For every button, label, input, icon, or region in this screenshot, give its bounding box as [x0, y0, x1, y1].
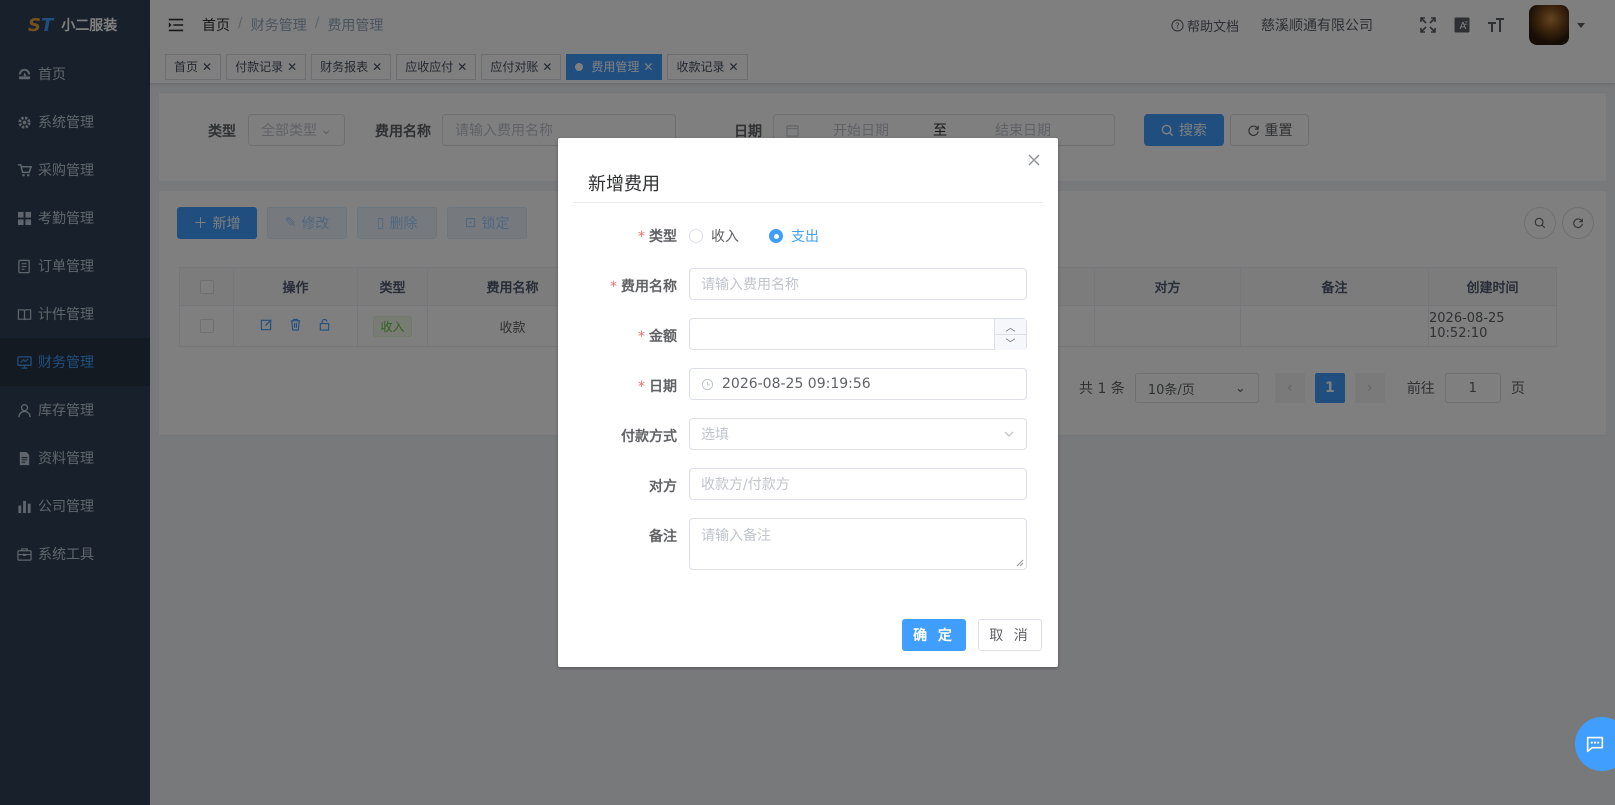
required-marker: * — [638, 329, 645, 345]
payment-method-placeholder: 选填 — [701, 427, 729, 443]
note-label: 备注 — [649, 529, 677, 545]
type-label: * 类型 — [638, 226, 677, 246]
date-value: 2026-08-25 09:19:56 — [722, 376, 871, 392]
payment-method-label: 付款方式 — [621, 429, 677, 445]
amount-label-text: 金额 — [649, 329, 677, 345]
radio-income-label: 收入 — [711, 229, 739, 245]
dialog-title: 新增费用 — [588, 174, 660, 195]
type-label-text: 类型 — [649, 229, 677, 245]
payment-method-select[interactable]: 选填 — [689, 418, 1027, 450]
name-label-text: 费用名称 — [621, 279, 677, 295]
date-label: * 日期 — [638, 376, 677, 396]
party-label: 对方 — [649, 479, 677, 495]
chevron-down-icon — [1004, 431, 1014, 437]
note-placeholder: 请输入备注 — [701, 528, 771, 544]
radio-income[interactable]: 收入 — [689, 226, 739, 246]
resize-handle-icon[interactable] — [1016, 559, 1024, 567]
party-placeholder: 收款方/付款方 — [701, 477, 790, 493]
amount-stepper: ︿ ﹀ — [994, 319, 1026, 350]
decrement-icon[interactable]: ﹀ — [995, 335, 1026, 350]
radio-circle — [769, 229, 783, 243]
required-marker: * — [638, 379, 645, 395]
required-marker: * — [610, 279, 617, 295]
radio-circle — [689, 229, 703, 243]
required-marker: * — [638, 229, 645, 245]
amount-label: * 金额 — [638, 326, 677, 346]
expense-name-input[interactable]: 请输入费用名称 — [689, 268, 1027, 300]
date-picker-input[interactable]: 2026-08-25 09:19:56 — [689, 368, 1027, 400]
clock-icon — [701, 378, 714, 390]
cancel-button[interactable]: 取 消 — [978, 619, 1042, 651]
close-icon[interactable] — [1026, 152, 1042, 168]
note-textarea[interactable]: 请输入备注 — [689, 518, 1027, 570]
amount-input[interactable]: ︿ ﹀ — [689, 318, 1027, 350]
expense-name-placeholder: 请输入费用名称 — [701, 277, 799, 293]
date-label-text: 日期 — [649, 379, 677, 395]
name-label: * 费用名称 — [610, 276, 677, 296]
radio-expense[interactable]: 支出 — [769, 226, 819, 246]
dialog-divider — [573, 202, 1043, 203]
increment-icon[interactable]: ︿ — [995, 319, 1026, 335]
confirm-button[interactable]: 确 定 — [902, 619, 966, 651]
add-expense-dialog: 新增费用 * 类型 收入 支出 * 费用名称 请输入费用名称 * 金额 ︿ ﹀ * 日期… — [558, 138, 1058, 667]
radio-expense-label: 支出 — [791, 229, 819, 245]
party-input[interactable]: 收款方/付款方 — [689, 468, 1027, 500]
